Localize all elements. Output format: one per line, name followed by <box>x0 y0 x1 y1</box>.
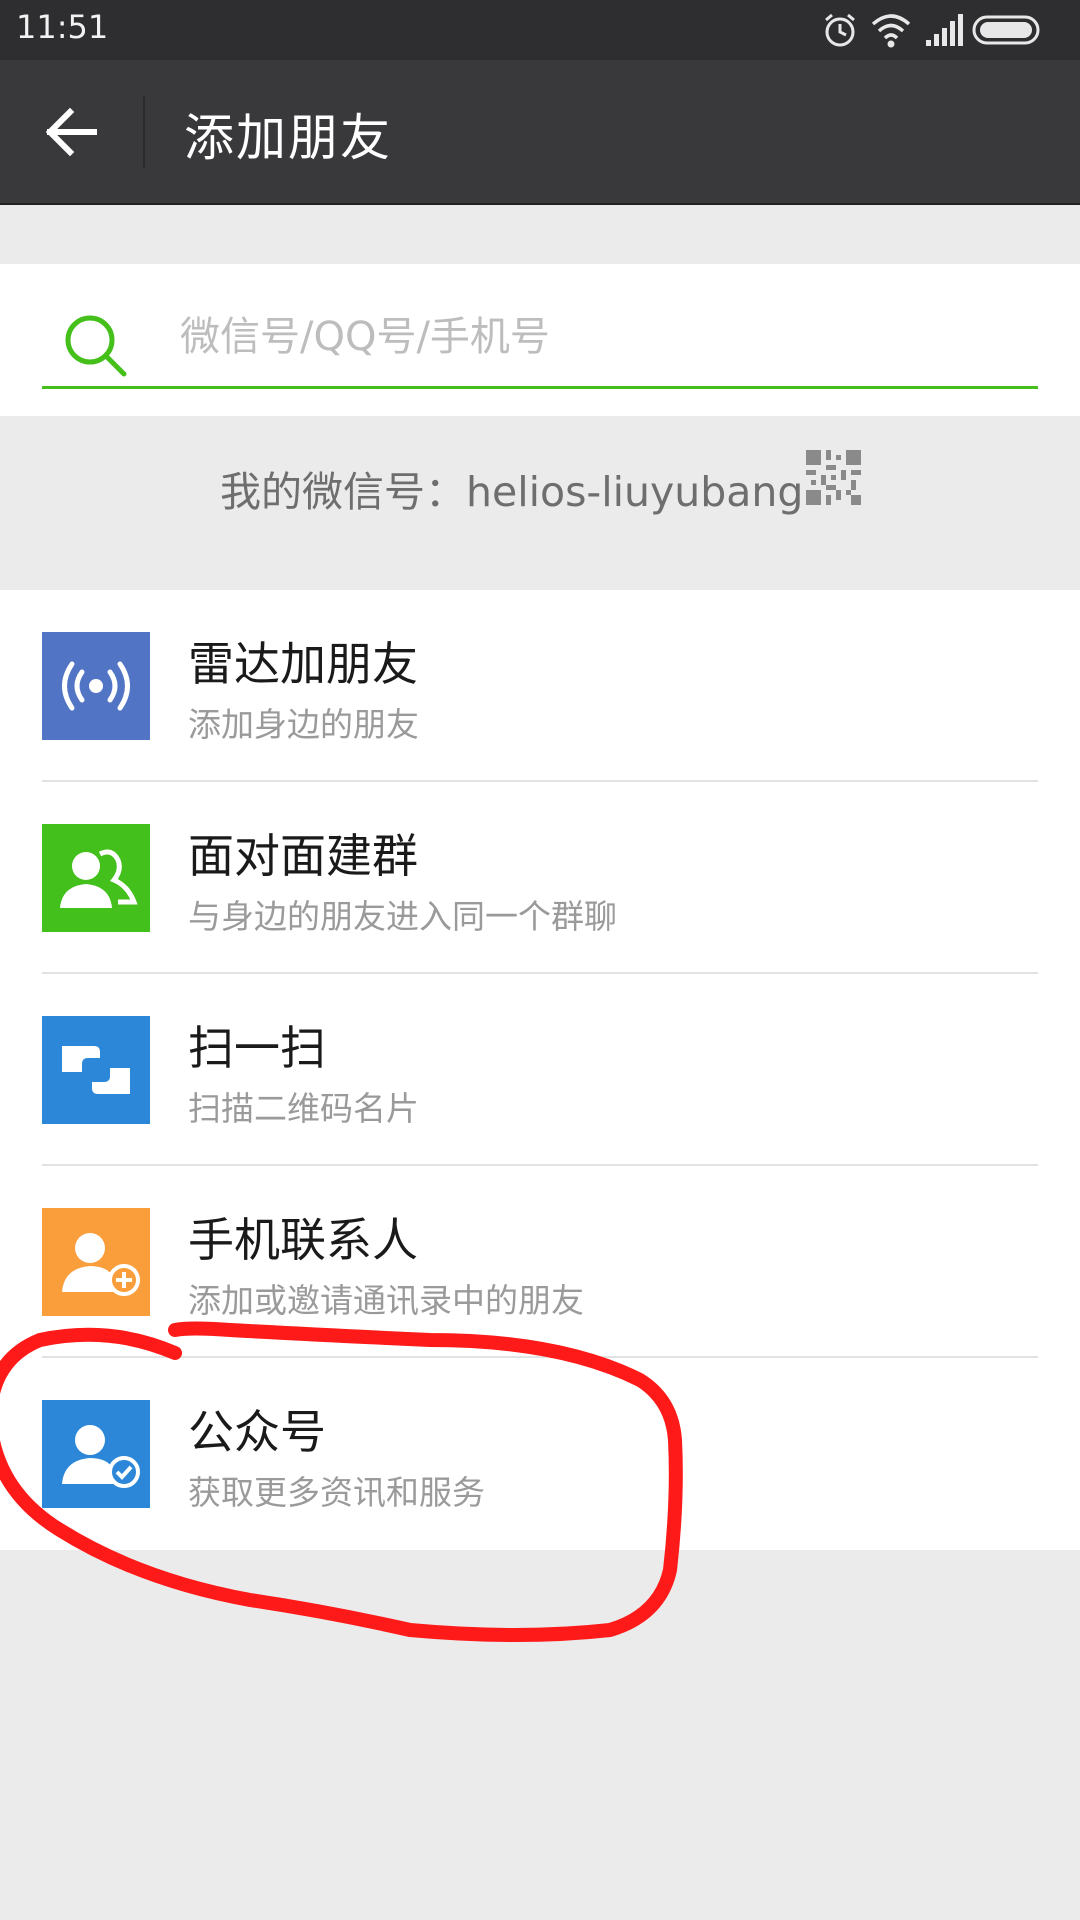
menu-subtitle: 添加身边的朋友 <box>188 705 419 744</box>
contact-add-icon <box>42 1208 150 1316</box>
alarm-icon <box>825 13 855 47</box>
radar-icon <box>42 632 150 740</box>
menu-subtitle: 添加或邀请通讯录中的朋友 <box>188 1281 584 1320</box>
status-icons <box>820 10 1060 50</box>
menu-title: 面对面建群 <box>188 829 418 883</box>
menu-subtitle: 扫描二维码名片 <box>188 1089 419 1128</box>
menu-item-official-accounts[interactable]: 公众号 获取更多资讯和服务 <box>0 1358 1080 1550</box>
wifi-icon <box>871 14 911 48</box>
scan-icon <box>42 1016 150 1124</box>
my-wechat-id: 我的微信号：helios-liuyubang <box>220 468 804 516</box>
status-time: 11:51 <box>16 8 109 46</box>
menu-title: 手机联系人 <box>188 1213 418 1267</box>
menu-item-scan[interactable]: 扫一扫 扫描二维码名片 <box>0 974 1080 1166</box>
back-arrow-icon <box>45 107 97 157</box>
menu-list: 雷达加朋友 添加身边的朋友 面对面建群 与身边的朋友进入同一个群聊 扫一扫 扫描… <box>0 590 1080 1550</box>
menu-item-face-to-face-group[interactable]: 面对面建群 与身边的朋友进入同一个群聊 <box>0 782 1080 974</box>
search-panel <box>0 264 1080 416</box>
title-divider <box>143 96 145 168</box>
search-icon <box>65 315 127 377</box>
back-button[interactable] <box>30 90 114 174</box>
battery-icon <box>972 15 1040 45</box>
page-title: 添加朋友 <box>184 109 392 167</box>
official-account-icon <box>42 1400 150 1508</box>
group-icon <box>42 824 150 932</box>
search-input[interactable] <box>180 306 1030 368</box>
title-bar: 添加朋友 <box>0 60 1080 205</box>
status-bar: 11:51 <box>0 0 1080 60</box>
signal-icon <box>926 14 963 46</box>
search-underline <box>42 386 1038 389</box>
menu-title: 公众号 <box>188 1405 326 1459</box>
menu-title: 雷达加朋友 <box>188 637 418 691</box>
menu-subtitle: 获取更多资讯和服务 <box>188 1473 485 1512</box>
menu-item-radar[interactable]: 雷达加朋友 添加身边的朋友 <box>0 590 1080 782</box>
menu-subtitle: 与身边的朋友进入同一个群聊 <box>188 897 617 936</box>
my-id-row[interactable]: 我的微信号：helios-liuyubang <box>0 416 1080 590</box>
qr-code-icon[interactable] <box>806 450 861 505</box>
menu-item-phone-contacts[interactable]: 手机联系人 添加或邀请通讯录中的朋友 <box>0 1166 1080 1358</box>
menu-title: 扫一扫 <box>188 1021 326 1075</box>
